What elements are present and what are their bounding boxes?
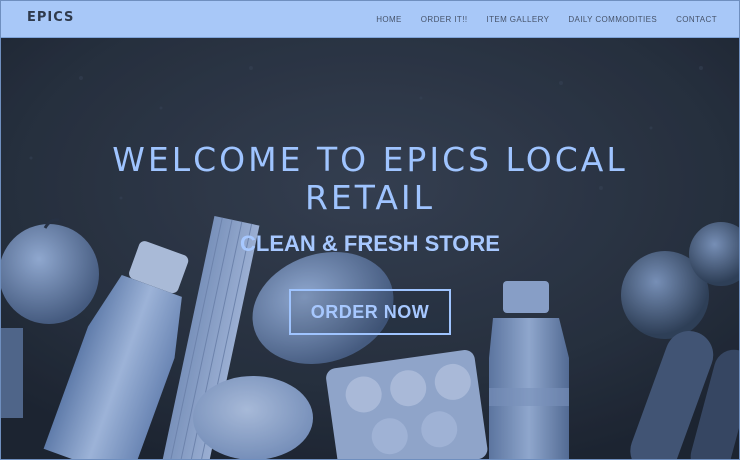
hero-subtitle: CLEAN & FRESH STORE — [240, 231, 500, 256]
nav-link-daily-commodities[interactable]: DAILY COMMODITIES — [568, 15, 657, 24]
nav-link-item-gallery[interactable]: ITEM GALLERY — [486, 15, 549, 24]
brand-logo[interactable]: EPICS — [27, 10, 74, 25]
nav-link-contact[interactable]: CONTACT — [676, 15, 717, 24]
order-now-button[interactable]: ORDER NOW — [289, 289, 451, 335]
browser-viewport: EPICS HOME ORDER IT!! ITEM GALLERY DAILY… — [0, 0, 740, 460]
nav-links: HOME ORDER IT!! ITEM GALLERY DAILY COMMO… — [376, 1, 717, 37]
navbar: EPICS HOME ORDER IT!! ITEM GALLERY DAILY… — [1, 1, 739, 38]
nav-link-home[interactable]: HOME — [376, 15, 402, 24]
hero-title: WELCOME TO EPICS LOCAL RETAIL — [112, 140, 628, 217]
nav-link-order[interactable]: ORDER IT!! — [421, 15, 468, 24]
hero-section: WELCOME TO EPICS LOCAL RETAIL CLEAN & FR… — [1, 38, 739, 459]
